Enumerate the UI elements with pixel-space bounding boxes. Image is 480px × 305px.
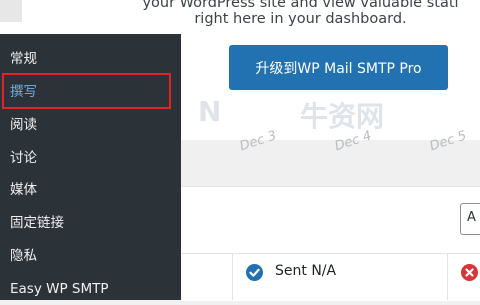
watermark-text: N — [198, 95, 222, 128]
upgrade-button[interactable]: 升级到WP Mail SMTP Pro — [229, 45, 448, 90]
submenu-item-discussion[interactable]: 讨论 — [0, 142, 181, 174]
submenu-item-privacy[interactable]: 隐私 — [0, 240, 181, 272]
submenu-item-media[interactable]: 媒体 — [0, 174, 181, 206]
filter-select[interactable]: A — [460, 203, 480, 235]
submenu-item-easy-wp-smtp[interactable]: Easy WP SMTP — [0, 273, 181, 305]
submenu-item-general[interactable]: 常规 — [0, 43, 181, 75]
watermark-text: 牛资网 — [300, 100, 385, 133]
error-circle-icon — [461, 264, 478, 281]
highlight-annotation — [2, 73, 171, 109]
check-circle-icon — [246, 264, 263, 281]
stats-table-area — [181, 186, 480, 301]
promo-text-line-2: right here in your dashboard. — [194, 11, 407, 27]
table-divider — [181, 253, 480, 254]
submenu-item-permalinks[interactable]: 固定链接 — [0, 207, 181, 239]
submenu-item-reading[interactable]: 阅读 — [0, 109, 181, 141]
sent-status-label: Sent N/A — [275, 263, 337, 279]
column-divider — [447, 254, 448, 300]
column-divider — [232, 254, 233, 300]
corner-element — [0, 0, 22, 22]
top-left-panel — [0, 0, 122, 34]
